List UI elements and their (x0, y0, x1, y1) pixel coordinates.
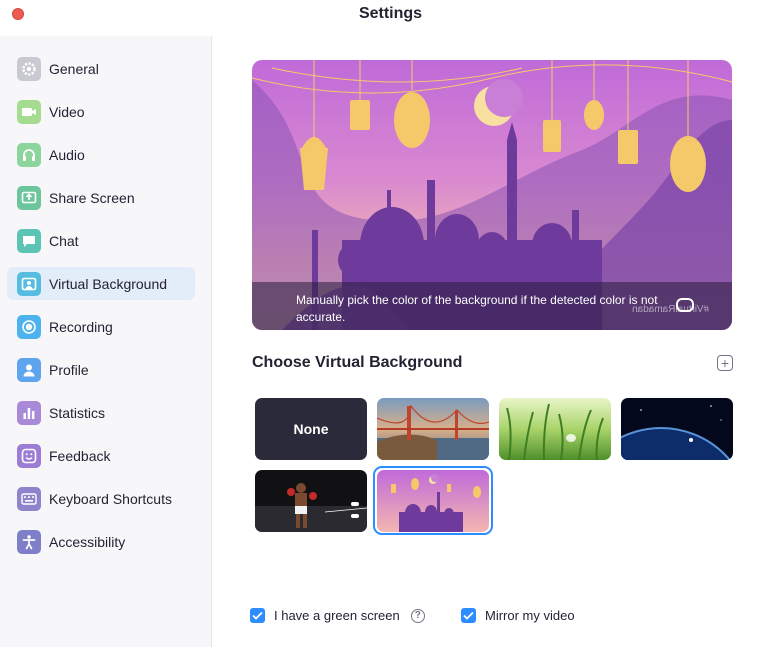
mirror-video-label: Mirror my video (485, 608, 575, 623)
sidebar-item-label: Recording (49, 318, 113, 335)
sidebar-item-accessibility[interactable]: Accessibility (7, 525, 195, 558)
sidebar-item-label: Virtual Background (49, 275, 168, 292)
checkmark-icon (252, 611, 263, 620)
grass-image (499, 398, 611, 460)
background-thumb-golden-gate-bridge[interactable] (377, 398, 489, 460)
golden-gate-image (377, 398, 489, 460)
bar-chart-icon (17, 400, 41, 425)
sidebar-item-statistics[interactable]: Statistics (7, 396, 195, 429)
person-icon (17, 357, 41, 382)
background-thumb-earth-from-space[interactable] (621, 398, 733, 460)
sidebar-item-keyboard-shortcuts[interactable]: Keyboard Shortcuts (7, 482, 195, 515)
sidebar-item-audio[interactable]: Audio (7, 138, 195, 171)
background-thumb-grass[interactable] (499, 398, 611, 460)
preview-message: Manually pick the color of the backgroun… (296, 293, 658, 324)
background-preview: #VirtualRamadan Manually pick the color … (252, 60, 732, 330)
sidebar-item-label: Audio (49, 146, 85, 163)
mirror-video-checkbox[interactable] (461, 608, 476, 623)
earth-image (621, 398, 733, 460)
mirror-video-option: Mirror my video (461, 608, 575, 623)
green-screen-label: I have a green screen (274, 608, 400, 623)
title-bar: Settings (0, 0, 781, 36)
boxer-image (255, 470, 367, 532)
headphones-icon (17, 142, 41, 167)
dismiss-message-button[interactable] (676, 298, 694, 312)
sidebar-item-label: Chat (49, 232, 79, 249)
add-background-button[interactable]: + (717, 355, 733, 371)
sidebar-item-general[interactable]: General (7, 52, 195, 85)
help-icon[interactable]: ? (410, 608, 425, 623)
sidebar-item-video[interactable]: Video (7, 95, 195, 128)
background-thumb-none[interactable]: None (255, 398, 367, 460)
sidebar-item-chat[interactable]: Chat (7, 224, 195, 257)
keyboard-icon (17, 486, 41, 511)
gear-icon (17, 56, 41, 81)
sidebar: General Video Audio Share Screen Chat Vi… (0, 36, 212, 647)
green-screen-checkbox[interactable] (250, 608, 265, 623)
selected-thumb-ring (373, 466, 493, 535)
sidebar-item-label: Video (49, 103, 85, 120)
window-title: Settings (358, 5, 423, 22)
virtual-background-icon (17, 271, 41, 296)
sidebar-item-label: Share Screen (49, 189, 135, 206)
sidebar-item-label: General (49, 60, 99, 77)
sidebar-item-virtual-background[interactable]: Virtual Background (7, 267, 195, 300)
video-camera-icon (17, 99, 41, 124)
green-screen-option: I have a green screen ? (250, 608, 425, 623)
smiley-icon (17, 443, 41, 468)
sidebar-item-label: Feedback (49, 447, 111, 464)
thumb-label: None (293, 421, 329, 437)
plus-icon: + (720, 355, 730, 371)
chat-bubble-icon (17, 228, 41, 253)
sidebar-item-feedback[interactable]: Feedback (7, 439, 195, 472)
sidebar-item-profile[interactable]: Profile (7, 353, 195, 386)
recording-icon (17, 314, 41, 339)
sidebar-item-share-screen[interactable]: Share Screen (7, 181, 195, 214)
checkmark-icon (463, 611, 474, 620)
background-thumb-boxer[interactable] (255, 470, 367, 532)
sidebar-item-label: Profile (49, 361, 89, 378)
share-screen-icon (17, 185, 41, 210)
section-title: Choose Virtual Background (252, 354, 463, 371)
sidebar-item-recording[interactable]: Recording (7, 310, 195, 343)
sidebar-item-label: Keyboard Shortcuts (49, 490, 172, 507)
sidebar-item-label: Statistics (49, 404, 106, 421)
sidebar-item-label: Accessibility (49, 533, 126, 550)
accessibility-icon (17, 529, 41, 554)
